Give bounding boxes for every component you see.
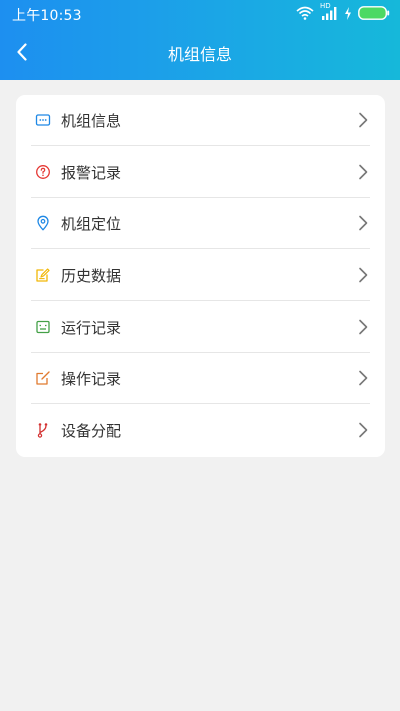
status-icons: HD [296,2,390,21]
menu-item-history-data[interactable]: 历史数据 [31,250,370,301]
branch-icon [35,422,51,438]
charging-icon [344,6,352,20]
menu-item-label: 运行记录 [61,319,122,337]
network-type-label: HD [320,2,331,10]
menu-card: 机组信息 报警记录 机组定位 历史数据 运行记录 操作记录 设备分配 [16,95,385,457]
menu-item-label: 机组定位 [61,215,122,233]
wifi-icon [296,6,314,20]
menu-item-run-records[interactable]: 运行记录 [31,302,370,353]
menu-item-label: 操作记录 [61,370,122,388]
chevron-right-icon [359,319,368,335]
chevron-right-icon [359,164,368,180]
battery-icon [358,6,390,20]
menu-item-device-assignment[interactable]: 设备分配 [31,405,370,456]
divider [31,248,370,249]
signal-icon: HD [320,2,338,21]
menu-item-unit-info[interactable]: 机组信息 [31,95,370,146]
menu-item-alarm-records[interactable]: 报警记录 [31,147,370,198]
menu-item-label: 设备分配 [61,422,122,440]
chevron-right-icon [359,112,368,128]
menu-item-label: 历史数据 [61,267,122,285]
app-header: 上午10:53 HD 机组信息 [0,0,400,80]
menu-item-label: 报警记录 [61,164,122,182]
edit-note-icon [35,267,51,283]
page-title: 机组信息 [167,45,232,64]
status-bar: 上午10:53 HD [0,0,400,26]
chevron-right-icon [359,267,368,283]
monitor-icon [35,112,51,128]
divider [31,300,370,301]
menu-item-label: 机组信息 [61,112,122,130]
divider [31,403,370,404]
chevron-right-icon [359,370,368,386]
menu-item-operation-records[interactable]: 操作记录 [31,353,370,404]
status-time: 上午10:53 [12,8,82,24]
edit-box-icon [35,370,51,386]
location-pin-icon [35,215,51,231]
title-bar: 机组信息 [0,30,400,74]
chevron-right-icon [359,215,368,231]
alert-circle-icon [35,164,51,180]
chevron-right-icon [359,422,368,438]
menu-item-unit-location[interactable]: 机组定位 [31,198,370,249]
terminal-icon [35,319,51,335]
divider [31,145,370,146]
